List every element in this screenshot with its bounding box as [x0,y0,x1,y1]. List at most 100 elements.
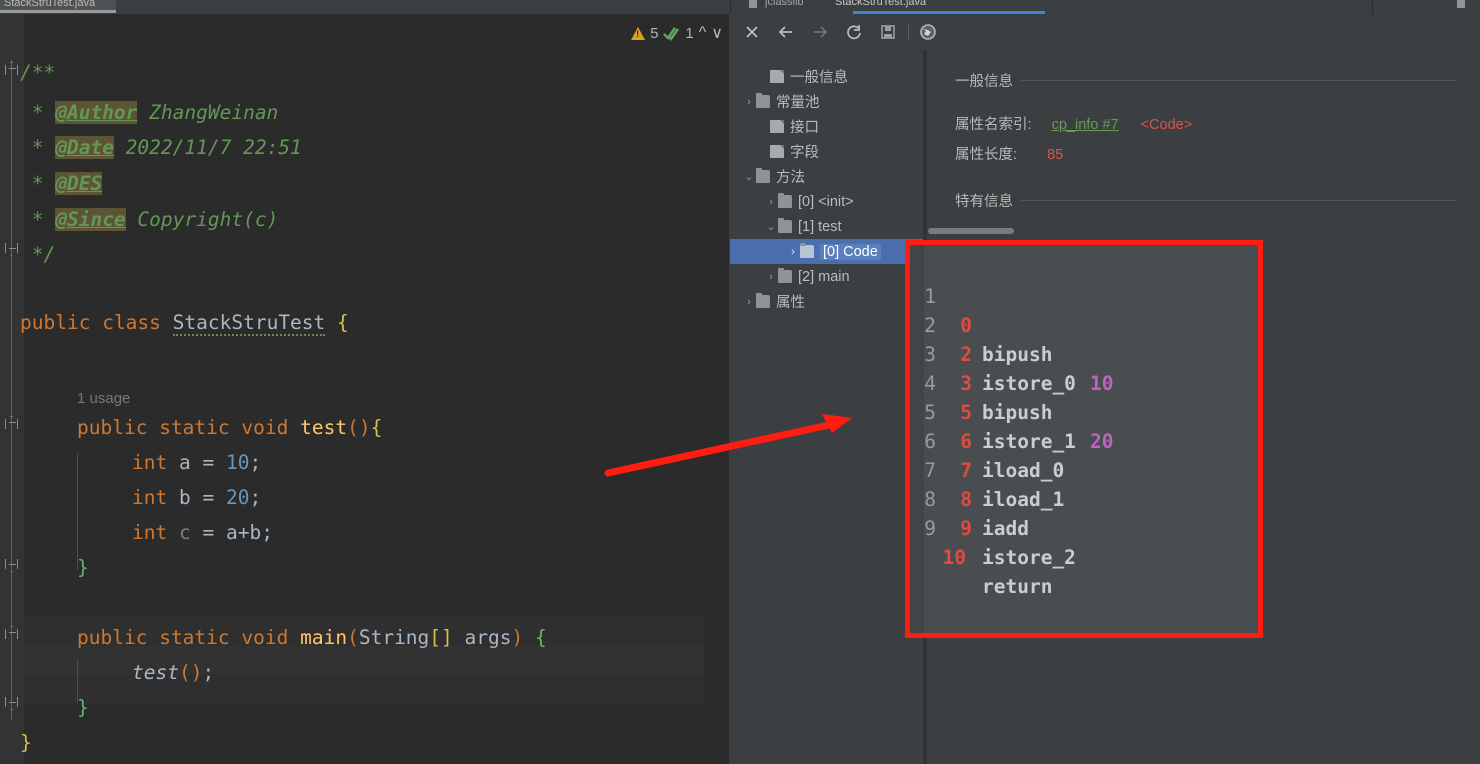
file-icon [770,70,784,83]
tree-item-constant-pool[interactable]: › 常量池 [730,89,923,114]
attr-length-label: 属性长度: [955,147,1018,163]
section-rule [1021,80,1455,81]
warning-triangle-icon [631,26,646,40]
tree-item-label: 常量池 [776,95,820,111]
bytecode-row[interactable]: 2 2 istore_0 [908,282,1076,395]
bytecode-offset: 10 [942,546,966,569]
code-line-test-call: test(); [132,661,215,684]
file-icon [770,145,784,158]
tool-window-tab-strip: jclasslib StackStruTest.java [730,0,1480,14]
fold-marker-main-start[interactable] [5,626,18,639]
code-text-area[interactable]: /** * @Author ZhangWeinan * @Date 2022/1… [20,14,729,764]
bytecode-hscrollbar[interactable] [928,228,1124,234]
kw-class: class [102,311,161,334]
general-info-title: 一般信息 [955,74,1013,90]
close-icon[interactable] [740,20,764,44]
doc-tag-des: @DES [55,172,103,195]
kw-void-test: void [241,416,289,439]
jclasslib-tab-label: jclasslib [765,0,804,8]
kw-int-a: int [132,451,168,474]
extra-tool-icon[interactable] [1457,0,1465,8]
chevron-right-icon[interactable]: › [764,196,778,208]
specific-info-title: 特有信息 [955,194,1013,210]
back-icon[interactable] [774,20,798,44]
code-line-int-c: int c = a+b; [132,521,273,544]
bytecode-listing[interactable]: 1 0 bipush 10 2 2 istore_0 3 3 bipush 20… [908,245,1260,635]
bytecode-row[interactable]: 3 3 bipush 20 [908,311,1113,453]
tree-item-attributes[interactable]: › 属性 [730,289,923,314]
bytecode-row[interactable]: 7 8 iadd [908,427,1029,540]
tree-item-method-test[interactable]: ⌄ [1] test [730,214,923,239]
tree-item-label: [0] <init> [798,193,854,210]
test-parens: () [347,416,371,439]
browse-web-icon[interactable] [916,20,940,44]
type-string: String [358,626,430,649]
bytecode-row[interactable]: 9 10 return [908,485,1052,598]
tabstrip-divider [1372,0,1373,14]
num-20: 20 [225,486,250,509]
bytecode-operand: 10 [1090,372,1114,395]
expr-a-plus-b: a+b [225,521,262,544]
folder-icon [756,168,770,183]
check-ok-icon [663,26,680,41]
bytecode-mnemonic: iload_0 [982,459,1065,482]
bytecode-row[interactable]: 8 9 istore_2 [908,456,1076,569]
folder-icon [800,243,814,258]
chevron-down-icon[interactable]: ⌄ [742,170,756,183]
kw-static-main: static [159,626,230,649]
inspection-widget[interactable]: 5 1 ^ ∨ [631,20,723,46]
folder-icon [778,218,792,233]
forward-icon [808,20,832,44]
chevron-right-icon[interactable]: › [742,296,756,308]
bytecode-mnemonic: return [982,575,1053,598]
tree-item-label: [0] Code [820,243,881,260]
tree-item-label: [1] test [798,218,842,235]
tree-item-code-attribute[interactable]: › [0] Code [730,239,923,264]
chevron-down-icon[interactable]: ∨ [711,23,723,43]
code-line-author: * @Author ZhangWeinan [20,98,278,127]
bytecode-row[interactable]: 5 6 iload_0 [908,369,1064,482]
save-icon[interactable] [876,20,900,44]
code-editor[interactable]: /** * @Author ZhangWeinan * @Date 2022/1… [0,14,729,764]
editor-tab-stackstrutest[interactable]: StackStruTest.java [0,0,116,13]
tree-item-method-main[interactable]: › [2] main [730,264,923,289]
fold-marker-test-start[interactable] [5,416,18,429]
doc-star-2: * [20,136,56,159]
kw-int-c: int [132,521,168,544]
attr-name-index-label: 属性名索引: [955,117,1032,133]
chevron-right-icon[interactable]: › [764,271,778,283]
cp-info-link[interactable]: cp_info #7 [1052,117,1119,133]
tree-item-label: 方法 [776,170,805,186]
doc-date-value: 2022/11/7 22:51 [113,136,302,159]
tree-item-general-info[interactable]: 一般信息 [730,64,923,89]
code-line-class-close: } [20,731,32,754]
bytecode-mnemonic: istore_0 [982,372,1076,395]
bytecode-row[interactable]: 4 5 istore_1 [908,340,1076,453]
ok-count: 1 [685,24,694,42]
bytecode-row[interactable]: 6 7 iload_1 [908,398,1064,511]
bytecode-hscrollbar-thumb[interactable] [928,228,1014,234]
code-line-main-close: } [77,696,89,719]
array-brackets: [] [429,626,453,649]
fold-marker-doc-start[interactable] [5,62,18,75]
kw-public-test: public [77,416,148,439]
reload-icon[interactable] [842,20,866,44]
tree-item-fields[interactable]: 字段 [730,139,923,164]
usage-hint[interactable]: 1 usage [77,384,130,413]
tree-item-interfaces[interactable]: 接口 [730,114,923,139]
test-open-brace: { [370,416,383,439]
code-line-test-decl: public static void test(){ [77,413,382,442]
jclasslib-toolbar[interactable] [730,14,1480,50]
bytecode-row[interactable]: 1 0 bipush 10 [908,253,1113,395]
code-line-int-b: int b = 20; [132,486,262,509]
attribute-length-row: 属性长度: 85 [955,143,1063,164]
tree-item-method-init[interactable]: › [0] <init> [730,189,923,214]
chevron-right-icon[interactable]: › [742,96,756,108]
chevron-down-icon[interactable]: ⌄ [764,220,778,233]
class-open-brace: { [337,311,349,334]
tree-item-methods[interactable]: ⌄ 方法 [730,164,923,189]
class-structure-tree[interactable]: 一般信息 › 常量池 接口 字段 ⌄ 方法 › [0] <init> ⌄ [1]… [730,50,923,764]
chevron-up-icon[interactable]: ^ [699,24,707,42]
chevron-right-icon[interactable]: › [786,246,800,258]
fold-marker-main-end[interactable] [5,697,18,710]
